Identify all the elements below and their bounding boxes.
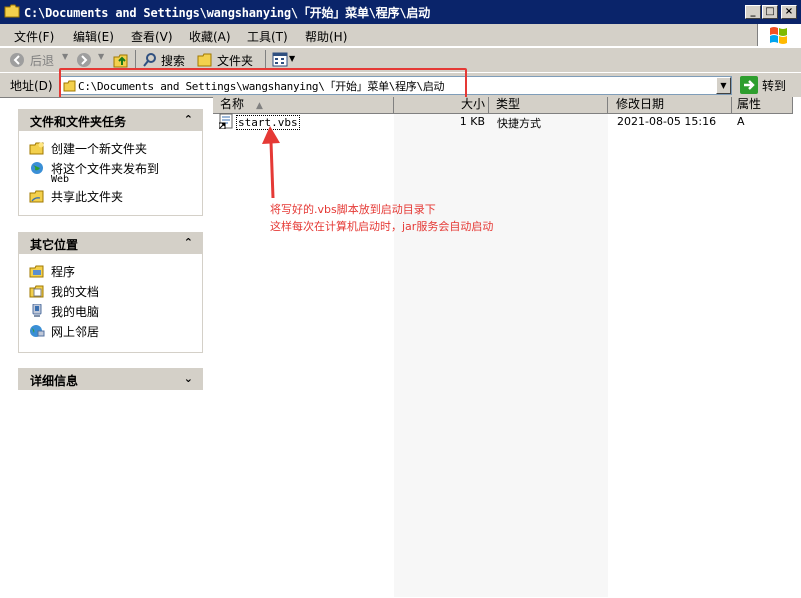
search-button[interactable]: 搜索 [161, 52, 185, 69]
shared-folder-icon [29, 190, 44, 203]
file-type: 快捷方式 [497, 117, 541, 130]
menu-help[interactable]: 帮助(H) [305, 28, 347, 45]
up-folder-icon[interactable] [112, 51, 130, 69]
task-share-folder-label: 共享此文件夹 [51, 190, 124, 204]
place-network[interactable]: 网上邻居 [29, 323, 99, 340]
go-button[interactable]: 转到 [738, 75, 796, 95]
column-size[interactable]: 大小 [394, 97, 489, 113]
annotation-arrow [262, 126, 280, 199]
column-name-label: 名称 [220, 97, 245, 111]
my-computer-icon [32, 304, 42, 317]
tasks-panel-header[interactable]: 文件和文件夹任务 ⌃ [18, 109, 203, 131]
back-dropdown-icon[interactable]: ▼ [62, 52, 68, 61]
address-highlight-box [59, 68, 467, 100]
minimize-button[interactable]: _ [745, 5, 761, 19]
windows-logo-icon [757, 24, 801, 46]
menu-edit[interactable]: 编辑(E) [73, 28, 114, 45]
menu-file[interactable]: 文件(F) [14, 28, 54, 45]
column-header-row: 名称 ▲ 大小 类型 修改日期 属性 [213, 97, 793, 114]
menu-view[interactable]: 查看(V) [131, 28, 173, 45]
column-type[interactable]: 类型 [489, 97, 608, 113]
views-icon[interactable] [272, 52, 288, 67]
globe-icon [31, 162, 43, 174]
task-new-folder-label: 创建一个新文件夹 [51, 142, 148, 156]
column-attributes[interactable]: 属性 [732, 97, 793, 113]
my-documents-icon [29, 285, 44, 298]
vbs-shortcut-icon[interactable] [219, 113, 234, 129]
task-new-folder[interactable]: 创建一个新文件夹 [29, 140, 147, 157]
places-panel-title: 其它位置 [30, 238, 79, 252]
menu-tools[interactable]: 工具(T) [247, 28, 288, 45]
folders-button[interactable]: 文件夹 [217, 52, 253, 69]
place-programs-label: 程序 [51, 265, 76, 279]
places-panel-header[interactable]: 其它位置 ⌃ [18, 232, 203, 254]
folder-icon [4, 4, 20, 18]
sorted-column-shade [394, 113, 608, 597]
programs-folder-icon [29, 265, 44, 278]
column-modified[interactable]: 修改日期 [608, 97, 732, 113]
place-my-documents-label: 我的文档 [51, 285, 100, 299]
file-size: 1 KB [459, 115, 485, 128]
collapse-icon[interactable]: ⌃ [184, 236, 193, 249]
annotation-line-2: 这样每次在计算机启动时，jar服务会自动启动 [270, 220, 494, 233]
views-dropdown-icon[interactable]: ▼ [289, 54, 295, 63]
folders-icon[interactable] [197, 52, 213, 68]
column-name[interactable]: 名称 ▲ [213, 97, 394, 113]
search-icon[interactable] [142, 52, 158, 68]
file-attributes: A [737, 115, 745, 128]
task-publish-web[interactable]: 将这个文件夹发布到 [29, 160, 159, 177]
collapse-icon[interactable]: ⌃ [184, 113, 193, 126]
annotation-text: 将写好的.vbs脚本放到启动目录下 这样每次在计算机启动时，jar服务会自动启动 [270, 201, 493, 235]
task-share-folder[interactable]: 共享此文件夹 [29, 188, 123, 205]
file-modified: 2021-08-05 15:16 [617, 115, 717, 128]
details-panel-header[interactable]: 详细信息 ⌄ [18, 368, 203, 390]
go-label: 转到 [762, 79, 787, 93]
go-arrow-icon [740, 76, 758, 94]
details-panel-title: 详细信息 [30, 374, 79, 388]
new-folder-icon [29, 142, 44, 155]
maximize-button[interactable]: □ [762, 5, 778, 19]
place-my-documents[interactable]: 我的文档 [29, 283, 99, 300]
forward-arrow-icon[interactable] [76, 52, 92, 68]
place-my-computer-label: 我的电脑 [51, 305, 100, 319]
back-button[interactable]: 后退 [30, 52, 54, 69]
address-label: 地址(D) [10, 79, 53, 93]
task-publish-web-label-2[interactable]: Web [51, 174, 69, 185]
address-dropdown-button[interactable]: ▼ [716, 77, 731, 94]
place-network-label: 网上邻居 [51, 325, 100, 339]
window-title: C:\Documents and Settings\wangshanying\「… [24, 6, 431, 20]
menu-bar [0, 24, 801, 47]
sort-ascending-icon: ▲ [256, 101, 263, 111]
place-my-computer[interactable]: 我的电脑 [29, 303, 99, 320]
places-panel: 程序 我的文档 我的电脑 网上邻居 [18, 254, 203, 353]
back-arrow-icon[interactable] [9, 52, 25, 68]
tasks-panel: 创建一个新文件夹 将这个文件夹发布到 Web 共享此文件夹 [18, 131, 203, 216]
menu-favorites[interactable]: 收藏(A) [189, 28, 231, 45]
right-edge [793, 97, 801, 597]
forward-dropdown-icon[interactable]: ▼ [98, 52, 104, 61]
tasks-panel-title: 文件和文件夹任务 [30, 115, 127, 129]
place-programs[interactable]: 程序 [29, 263, 75, 280]
expand-icon[interactable]: ⌄ [184, 372, 193, 385]
close-button[interactable]: × [781, 5, 797, 19]
network-icon [30, 325, 45, 337]
annotation-line-1: 将写好的.vbs脚本放到启动目录下 [270, 203, 436, 216]
